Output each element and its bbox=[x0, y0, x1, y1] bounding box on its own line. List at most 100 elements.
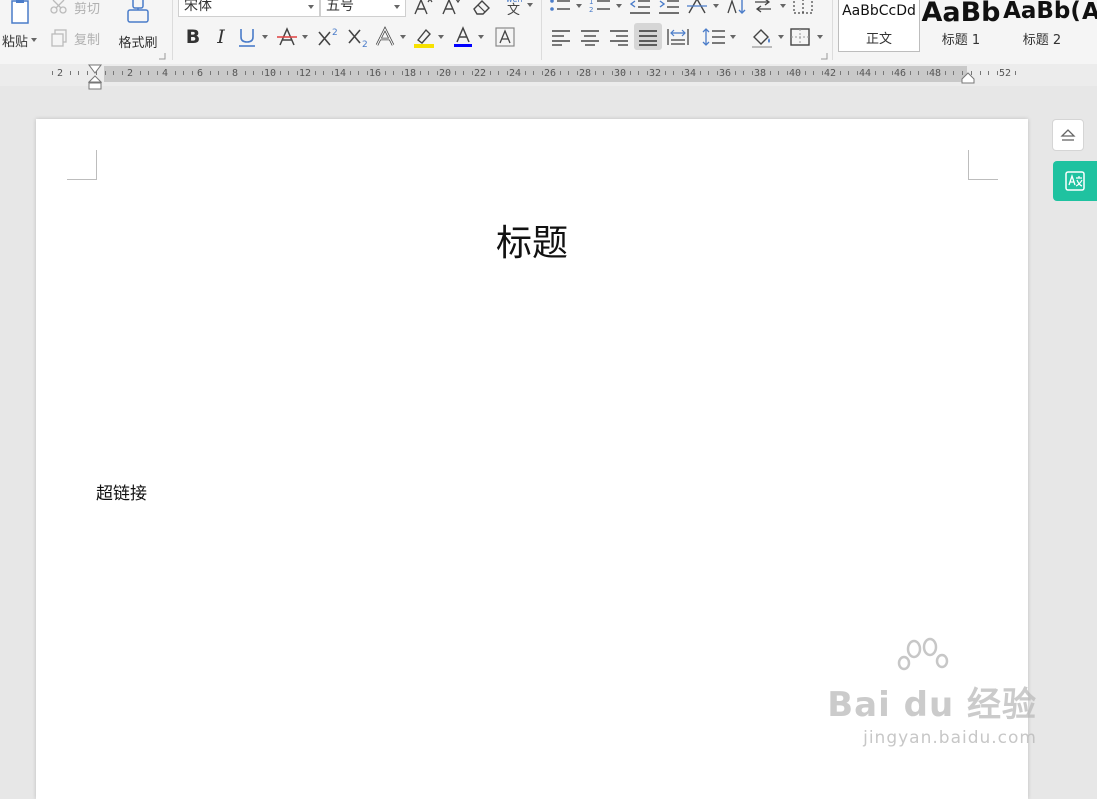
phonetic-guide-icon: wen文 bbox=[506, 0, 523, 15]
italic-button[interactable]: I bbox=[208, 25, 234, 49]
ruler-tick bbox=[113, 71, 114, 75]
style-heading-1[interactable]: AaBb 标题 1 bbox=[920, 0, 1002, 52]
ruler-tick bbox=[1015, 71, 1016, 75]
paragraph-group-launcher-icon[interactable] bbox=[820, 52, 828, 60]
subscript-button[interactable]: 2 bbox=[344, 25, 372, 49]
numbering-button[interactable]: 12 bbox=[588, 0, 624, 16]
bullet-list-icon bbox=[550, 0, 570, 11]
justify-button[interactable] bbox=[634, 23, 662, 50]
ruler-number: 2 bbox=[126, 68, 134, 79]
increase-indent-button[interactable] bbox=[656, 0, 682, 16]
table-draw-button[interactable] bbox=[790, 0, 816, 16]
numbered-list-icon: 12 bbox=[589, 0, 610, 14]
borders-button[interactable] bbox=[789, 25, 825, 49]
format-painter-button[interactable]: 格式刷 bbox=[112, 0, 164, 52]
style-heading-3[interactable]: A bbox=[1082, 0, 1097, 52]
ruler-tick bbox=[332, 71, 333, 75]
shrink-font-button[interactable] bbox=[440, 0, 462, 16]
ruler-tick bbox=[288, 71, 289, 75]
grow-font-icon bbox=[414, 0, 433, 15]
ruler-number: 32 bbox=[648, 68, 662, 79]
clipboard-group-launcher-icon[interactable] bbox=[158, 52, 166, 60]
line-spacing-button[interactable] bbox=[702, 25, 738, 49]
scissors-icon bbox=[50, 0, 67, 14]
ruler-tick bbox=[393, 71, 394, 75]
translate-icon bbox=[1065, 171, 1085, 191]
format-painter-label: 格式刷 bbox=[118, 35, 158, 51]
ruler-tick bbox=[70, 71, 71, 75]
ruler-tick bbox=[875, 71, 876, 75]
align-left-button[interactable] bbox=[548, 25, 574, 49]
ruler-tick bbox=[245, 71, 246, 75]
ruler-number: 38 bbox=[753, 68, 767, 79]
document-body-text[interactable]: 超链接 bbox=[96, 479, 147, 504]
ruler-tick bbox=[490, 71, 491, 75]
right-indent-marker-icon[interactable] bbox=[961, 72, 975, 84]
ruler-number: 22 bbox=[473, 68, 487, 79]
margin-corner-top-right bbox=[968, 150, 998, 180]
phonetic-guide-button[interactable]: wen文 bbox=[498, 0, 534, 16]
bold-button[interactable]: B bbox=[180, 25, 206, 49]
decrease-indent-button[interactable] bbox=[627, 0, 653, 16]
ruler-tick bbox=[463, 71, 464, 75]
indent-marker-icon[interactable] bbox=[88, 64, 102, 90]
ruler-tick bbox=[525, 71, 526, 75]
sort-button[interactable] bbox=[724, 0, 750, 16]
bullets-button[interactable] bbox=[548, 0, 584, 16]
style-heading-1-label: 标题 1 bbox=[941, 33, 981, 48]
ruler-tick bbox=[385, 71, 386, 75]
align-center-button[interactable] bbox=[577, 25, 603, 49]
horizontal-ruler[interactable]: 2 2 4 6 8 10 12 14 16 18 20 22 24 26 28 30 32 34 36 38 40 42 4… bbox=[0, 64, 1097, 90]
font-size-select[interactable]: 五号 bbox=[320, 0, 406, 17]
strikethrough-button[interactable] bbox=[276, 25, 312, 49]
shrink-font-icon bbox=[442, 0, 461, 15]
ruler-tick bbox=[192, 71, 193, 75]
style-normal-label: 正文 bbox=[865, 32, 892, 47]
collapse-panel-button[interactable] bbox=[1052, 119, 1084, 151]
highlight-button[interactable] bbox=[412, 25, 448, 49]
ruler-tick bbox=[402, 71, 403, 75]
style-heading-2[interactable]: AaBb( 标题 2 bbox=[1002, 0, 1082, 52]
align-right-icon bbox=[610, 30, 628, 46]
underline-button[interactable] bbox=[236, 25, 272, 49]
distributed-align-button[interactable] bbox=[665, 25, 691, 49]
font-family-dropdown-icon bbox=[308, 5, 314, 9]
ruler-tick bbox=[210, 71, 211, 75]
style-heading-2-preview: AaBb( bbox=[1003, 0, 1081, 24]
translate-button[interactable] bbox=[1053, 161, 1097, 201]
show-hide-marks-button[interactable] bbox=[752, 0, 788, 16]
ruler-tick bbox=[105, 71, 106, 75]
ruler-tick bbox=[218, 71, 219, 75]
font-family-select[interactable]: 宋体 bbox=[178, 0, 320, 17]
paste-button[interactable]: 粘贴 bbox=[0, 0, 40, 52]
ribbon-toolbar: 粘贴 剪切 复制 格式刷 宋体 五号 文 B I 2 2 1 2 AaBbCcD… bbox=[0, 0, 1097, 65]
svg-text:2: 2 bbox=[589, 6, 593, 14]
ruler-tick bbox=[857, 71, 858, 75]
clear-format-button[interactable] bbox=[470, 0, 494, 16]
copy-button[interactable]: 复制 bbox=[50, 27, 108, 49]
eraser-icon bbox=[473, 0, 490, 15]
ruler-tick bbox=[367, 71, 368, 75]
font-color-button[interactable] bbox=[452, 25, 488, 49]
document-title[interactable]: 标题 bbox=[36, 214, 1028, 266]
cut-label: 剪切 bbox=[74, 1, 101, 17]
ruler-tick bbox=[717, 71, 718, 75]
shading-button[interactable] bbox=[750, 25, 786, 49]
char-border-button[interactable] bbox=[492, 25, 518, 49]
underline-icon bbox=[239, 29, 255, 47]
ruler-tick bbox=[455, 71, 456, 75]
text-effect-button[interactable] bbox=[374, 25, 410, 49]
style-normal[interactable]: AaBbCcDd 正文 bbox=[838, 0, 920, 52]
chinese-layout-button[interactable] bbox=[685, 0, 721, 16]
ruler-tick bbox=[752, 71, 753, 75]
grow-font-button[interactable] bbox=[412, 0, 434, 16]
font-color-icon bbox=[454, 26, 472, 47]
ruler-number: 2 bbox=[56, 68, 64, 79]
align-right-button[interactable] bbox=[606, 25, 632, 49]
ruler-tick bbox=[437, 71, 438, 75]
superscript-button[interactable]: 2 bbox=[314, 25, 342, 49]
ruler-tick bbox=[280, 71, 281, 75]
cut-button[interactable]: 剪切 bbox=[50, 0, 108, 17]
ruler-tick bbox=[140, 71, 141, 75]
ruler-tick bbox=[918, 71, 919, 75]
